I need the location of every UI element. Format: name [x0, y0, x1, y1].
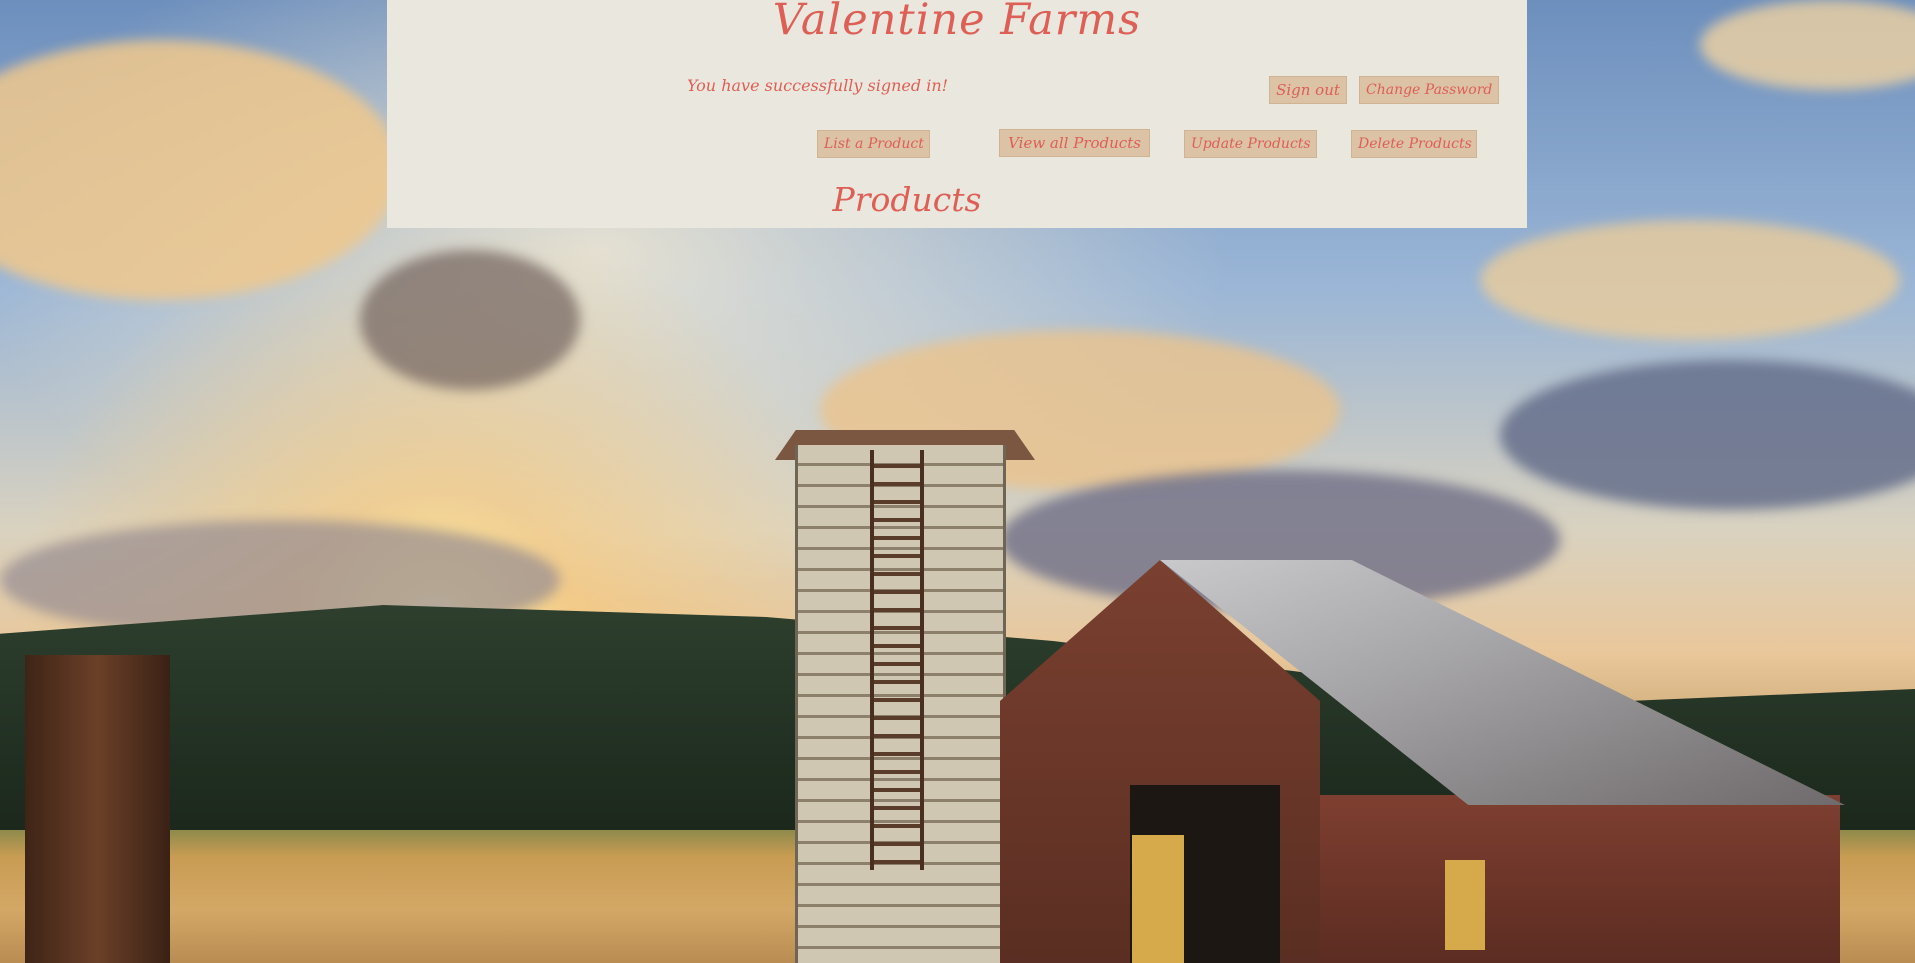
hay-bales: [1132, 835, 1184, 963]
cloud: [1480, 220, 1900, 340]
header-panel: Valentine Farms You have successfully si…: [387, 0, 1527, 228]
delete-products-button[interactable]: Delete Products: [1351, 130, 1477, 158]
hay-bales: [1445, 860, 1485, 950]
barn-side: [1320, 795, 1840, 963]
products-heading: Products: [832, 180, 982, 219]
site-title: Valentine Farms: [772, 0, 1142, 45]
view-all-products-button[interactable]: View all Products: [999, 129, 1150, 157]
sign-out-button[interactable]: Sign out: [1269, 76, 1347, 104]
list-product-button[interactable]: List a Product: [817, 130, 930, 158]
silo-ladder: [870, 450, 924, 870]
change-password-button[interactable]: Change Password: [1359, 76, 1499, 104]
cloud: [360, 250, 580, 390]
fence-post: [25, 655, 170, 963]
signin-status-message: You have successfully signed in!: [687, 76, 949, 95]
update-products-button[interactable]: Update Products: [1184, 130, 1317, 158]
